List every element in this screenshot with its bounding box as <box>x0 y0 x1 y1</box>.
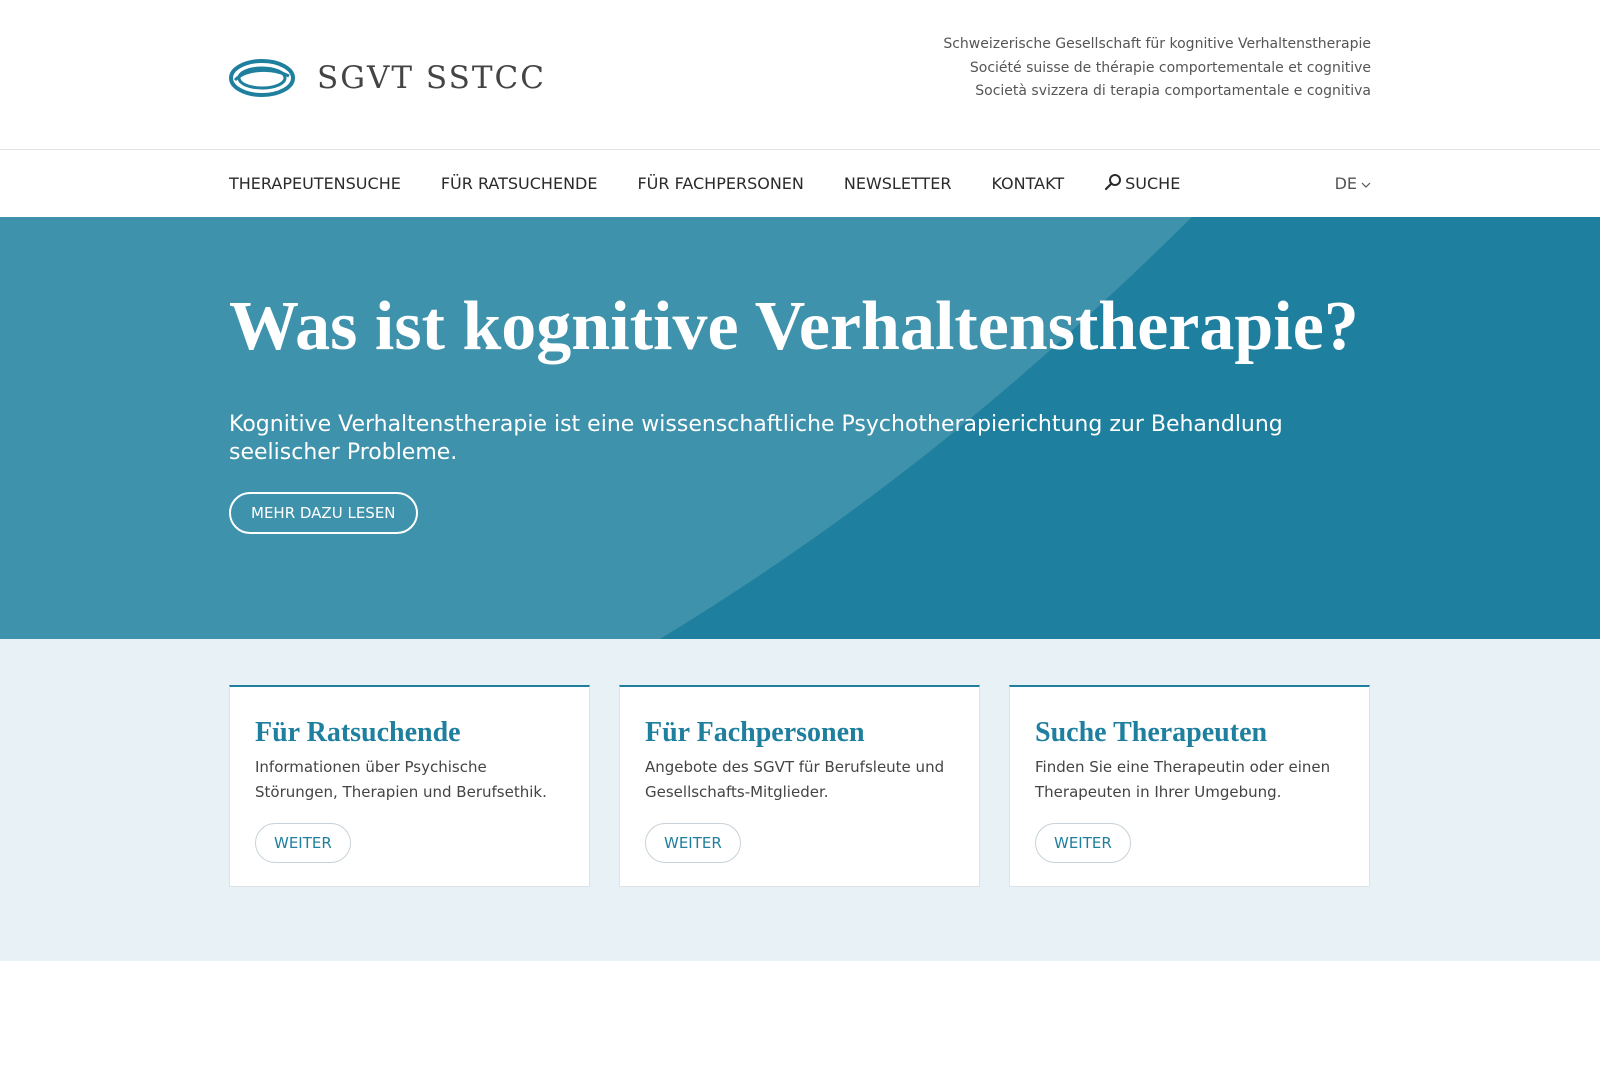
page-bottom-space <box>0 961 1600 1066</box>
nav-item-fuer-ratsuchende[interactable]: FÜR RATSUCHENDE <box>441 174 598 193</box>
card-title[interactable]: Für Fachpersonen <box>645 717 954 749</box>
search-icon <box>1104 173 1122 195</box>
nav-item-newsletter[interactable]: NEWSLETTER <box>844 174 952 193</box>
tagline-fr: Société suisse de thérapie comportementa… <box>969 59 1371 76</box>
card-fuer-fachpersonen: Für Fachpersonen Angebote des SGVT für B… <box>619 685 980 887</box>
card-fuer-ratsuchende: Für Ratsuchende Informationen über Psych… <box>229 685 590 887</box>
nav-item-suche-label: SUCHE <box>1125 174 1181 193</box>
cards: Für Ratsuchende Informationen über Psych… <box>229 685 1370 887</box>
main-nav: THERAPEUTENSUCHE FÜR RATSUCHENDE FÜR FAC… <box>0 150 1600 217</box>
language-label: DE <box>1334 174 1357 193</box>
chevron-down-icon <box>1361 174 1371 193</box>
logo-icon <box>229 59 295 97</box>
tagline-de: Schweizerische Gesellschaft für kognitiv… <box>943 36 1371 52</box>
tagline: Schweizerische Gesellschaft für kognitiv… <box>943 33 1371 104</box>
read-more-button[interactable]: MEHR DAZU LESEN <box>229 492 418 534</box>
site-header: SGVT SSTCC Schweizerische Gesellschaft f… <box>0 0 1600 150</box>
card-text: Finden Sie eine Therapeutin oder einen T… <box>1035 758 1331 801</box>
weiter-button[interactable]: WEITER <box>1035 823 1131 863</box>
nav-items: THERAPEUTENSUCHE FÜR RATSUCHENDE FÜR FAC… <box>229 150 1220 217</box>
nav-item-kontakt[interactable]: KONTAKT <box>991 174 1064 193</box>
site-logo[interactable]: SGVT SSTCC <box>229 58 546 98</box>
nav-item-therapeutensuche[interactable]: THERAPEUTENSUCHE <box>229 174 401 193</box>
hero-banner: Was ist kognitive Verhaltenstherapie? Ko… <box>0 217 1600 639</box>
weiter-button[interactable]: WEITER <box>645 823 741 863</box>
card-text: Angebote des SGVT für Berufsleute und Ge… <box>645 758 945 801</box>
logo-text: SGVT SSTCC <box>317 60 546 96</box>
hero-title: Was ist kognitive Verhaltenstherapie? <box>229 288 1359 365</box>
language-selector[interactable]: DE <box>1335 150 1371 217</box>
card-title[interactable]: Suche Therapeuten <box>1035 717 1344 749</box>
nav-item-suche[interactable]: SUCHE <box>1104 173 1180 195</box>
card-text: Informationen über Psychische Störungen,… <box>255 758 547 801</box>
nav-item-fuer-fachpersonen[interactable]: FÜR FACHPERSONEN <box>637 174 803 193</box>
card-title[interactable]: Für Ratsuchende <box>255 717 564 749</box>
tagline-it: Società svizzera di terapia comportament… <box>975 83 1371 99</box>
cards-section: Für Ratsuchende Informationen über Psych… <box>0 639 1600 961</box>
card-suche-therapeuten: Suche Therapeuten Finden Sie eine Therap… <box>1009 685 1370 887</box>
hero-text: Kognitive Verhaltenstherapie ist eine wi… <box>229 412 1283 465</box>
weiter-button[interactable]: WEITER <box>255 823 351 863</box>
